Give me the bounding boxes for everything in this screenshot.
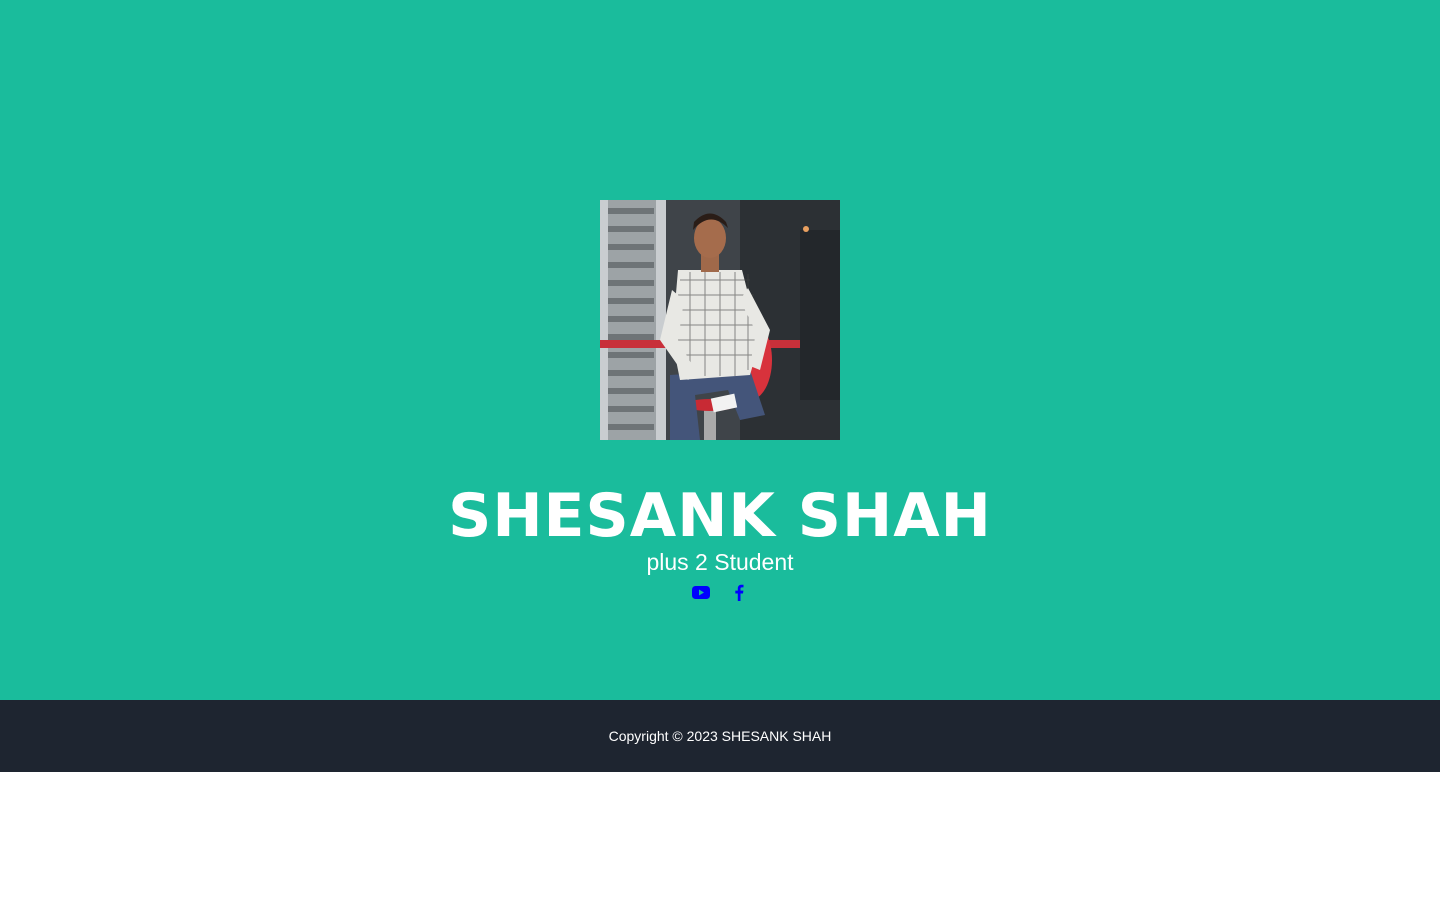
copyright-text: Copyright © 2023 SHESANK SHAH	[608, 728, 832, 744]
page-title: SHESANK SHAH	[448, 481, 992, 551]
profile-photo-image	[600, 200, 840, 440]
footer: Copyright © 2023 SHESANK SHAH	[0, 700, 1440, 772]
social-links	[0, 583, 1440, 601]
facebook-icon	[735, 584, 744, 601]
profile-photo	[600, 200, 840, 440]
facebook-link[interactable]	[729, 583, 749, 601]
subtitle: plus 2 Student	[646, 549, 794, 575]
masthead: SHESANK SHAH plus 2 Student	[0, 0, 1440, 700]
youtube-icon	[692, 585, 710, 599]
youtube-link[interactable]	[691, 583, 711, 601]
